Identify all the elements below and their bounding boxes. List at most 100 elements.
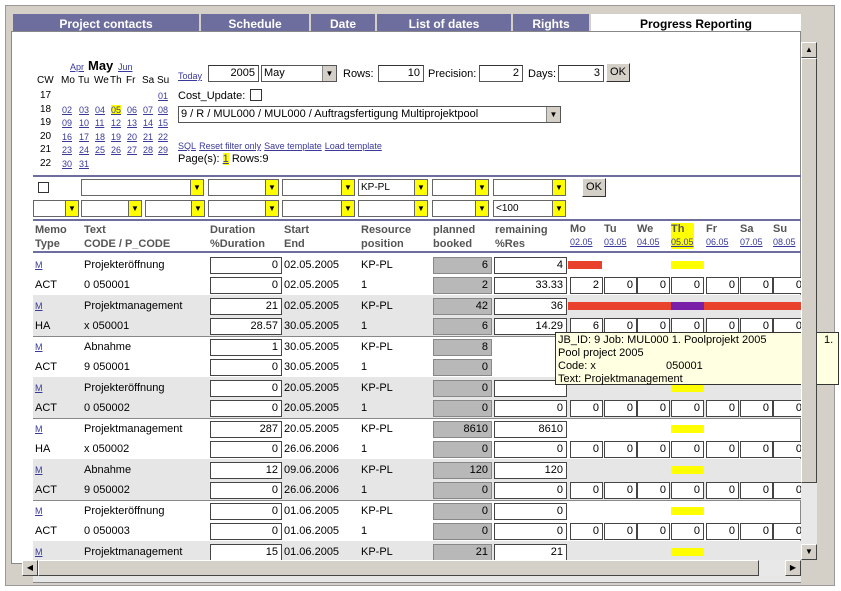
filter-memo[interactable]: ▼ — [33, 200, 79, 217]
day-hours-input[interactable]: 0 — [570, 441, 603, 458]
filter-position[interactable]: ▼ — [358, 200, 428, 217]
day-hours-input[interactable]: 0 — [706, 482, 739, 499]
calendar-day[interactable]: 31 — [79, 159, 89, 169]
ok-button[interactable]: OK — [606, 63, 630, 82]
duration-input[interactable]: 21 — [210, 298, 282, 315]
filter-text[interactable]: ▼ — [81, 179, 204, 196]
remaining-input[interactable]: 4 — [494, 257, 567, 274]
vertical-scrollbar[interactable]: ▲ ▼ — [801, 42, 817, 560]
pduration-input[interactable]: 0 — [210, 359, 282, 376]
day-hours-input[interactable]: 0 — [740, 400, 773, 417]
horizontal-scrollbar[interactable]: ◀ ▶ — [22, 560, 801, 576]
day-date[interactable]: 02.05 — [570, 237, 593, 247]
filter-pcode[interactable]: ▼ — [145, 200, 205, 217]
memo-link[interactable]: M — [35, 340, 43, 354]
calendar-day[interactable]: 07 — [143, 105, 153, 115]
day-hours-input[interactable]: 0 — [604, 482, 637, 499]
filter-resource[interactable]: KP-PL ▼ — [358, 179, 428, 196]
pres-input[interactable]: 0 — [494, 441, 567, 458]
day-date[interactable]: 03.05 — [604, 237, 627, 247]
day-header[interactable]: Su 08.05 — [773, 223, 796, 249]
memo-link[interactable]: M — [35, 381, 43, 395]
day-hours-input[interactable]: 0 — [671, 523, 704, 540]
duration-input[interactable]: 0 — [210, 257, 282, 274]
calendar-day[interactable]: 11 — [95, 118, 104, 128]
day-hours-input[interactable]: 0 — [740, 523, 773, 540]
calendar-day[interactable]: 03 — [79, 105, 89, 115]
remaining-input[interactable]: 36 — [494, 298, 567, 315]
filter-ok-button[interactable]: OK — [582, 178, 606, 197]
cost-update-checkbox[interactable] — [250, 89, 262, 101]
remaining-input[interactable]: 120 — [494, 462, 567, 479]
day-header[interactable]: Th 05.05 — [671, 223, 694, 249]
day-hours-input[interactable]: 0 — [671, 277, 704, 294]
rows-input[interactable]: 10 — [378, 65, 424, 82]
calendar-day[interactable]: 14 — [143, 118, 153, 128]
day-hours-input[interactable]: 0 — [637, 523, 670, 540]
day-hours-input[interactable]: 0 — [706, 277, 739, 294]
calendar-day[interactable]: 05 — [111, 104, 122, 115]
remaining-input[interactable]: 0 — [494, 503, 567, 520]
duration-input[interactable]: 0 — [210, 503, 282, 520]
calendar-day[interactable]: 20 — [127, 132, 137, 142]
calendar-day[interactable]: 15 — [158, 118, 168, 128]
day-header[interactable]: Mo 02.05 — [570, 223, 593, 249]
calendar-day[interactable]: 24 — [79, 145, 89, 155]
page-1-link[interactable]: 1 — [222, 153, 229, 165]
day-hours-input[interactable]: 0 — [637, 400, 670, 417]
calendar-day[interactable]: 02 — [62, 105, 72, 115]
scroll-right-icon[interactable]: ▶ — [785, 560, 801, 576]
pres-input[interactable]: 0 — [494, 482, 567, 499]
pduration-input[interactable]: 28.57 — [210, 318, 282, 335]
day-hours-input[interactable]: 0 — [570, 400, 603, 417]
next-month-link[interactable]: Jun — [118, 62, 133, 72]
memo-link[interactable]: M — [35, 299, 43, 313]
prev-month-link[interactable]: Apr — [70, 62, 84, 72]
pduration-input[interactable]: 0 — [210, 523, 282, 540]
filter-remaining-a[interactable]: ▼ — [493, 179, 566, 196]
day-date[interactable]: 04.05 — [637, 237, 660, 247]
year-input[interactable]: 2005 — [208, 65, 259, 82]
pduration-input[interactable]: 0 — [210, 482, 282, 499]
duration-input[interactable]: 0 — [210, 380, 282, 397]
day-hours-input[interactable]: 0 — [637, 482, 670, 499]
calendar-day[interactable]: 04 — [95, 105, 105, 115]
calendar-day[interactable]: 06 — [127, 105, 137, 115]
memo-link[interactable]: M — [35, 545, 43, 559]
pres-input[interactable]: 33.33 — [494, 277, 567, 294]
day-hours-input[interactable]: 0 — [706, 400, 739, 417]
duration-input[interactable]: 15 — [210, 544, 282, 561]
pduration-input[interactable]: 0 — [210, 277, 282, 294]
memo-link[interactable]: M — [35, 463, 43, 477]
scroll-left-icon[interactable]: ◀ — [22, 560, 38, 576]
day-header[interactable]: We 04.05 — [637, 223, 660, 249]
pres-input[interactable]: 0 — [494, 523, 567, 540]
reset-filter-link[interactable]: Reset filter only — [199, 141, 261, 151]
duration-input[interactable]: 1 — [210, 339, 282, 356]
calendar-day[interactable]: 09 — [62, 118, 72, 128]
horizontal-scroll-thumb[interactable] — [38, 560, 759, 576]
calendar-day[interactable]: 30 — [62, 159, 72, 169]
calendar-day[interactable]: 22 — [158, 132, 168, 142]
memo-link[interactable]: M — [35, 258, 43, 272]
filter-remaining[interactable]: <100 ▼ — [493, 200, 566, 217]
duration-input[interactable]: 12 — [210, 462, 282, 479]
calendar-day[interactable]: 08 — [158, 105, 168, 115]
day-hours-input[interactable]: 0 — [740, 277, 773, 294]
calendar-day[interactable]: 19 — [111, 132, 121, 142]
duration-input[interactable]: 287 — [210, 421, 282, 438]
calendar-day[interactable]: 16 — [62, 132, 72, 142]
day-hours-input[interactable]: 0 — [740, 482, 773, 499]
remaining-input[interactable]: 8610 — [494, 421, 567, 438]
calendar-day[interactable]: 28 — [143, 145, 153, 155]
precision-input[interactable]: 2 — [479, 65, 523, 82]
calendar-day[interactable]: 27 — [127, 145, 137, 155]
pduration-input[interactable]: 0 — [210, 441, 282, 458]
project-select[interactable]: 9 / R / MUL000 / MUL000 / Auftragsfertig… — [178, 106, 561, 123]
calendar-day[interactable]: 26 — [111, 145, 121, 155]
filter-code[interactable]: ▼ — [81, 200, 142, 217]
sql-link[interactable]: SQL — [178, 141, 196, 151]
scroll-down-icon[interactable]: ▼ — [801, 544, 817, 560]
month-select[interactable]: May ▼ — [261, 65, 337, 82]
day-date[interactable]: 05.05 — [671, 237, 694, 247]
